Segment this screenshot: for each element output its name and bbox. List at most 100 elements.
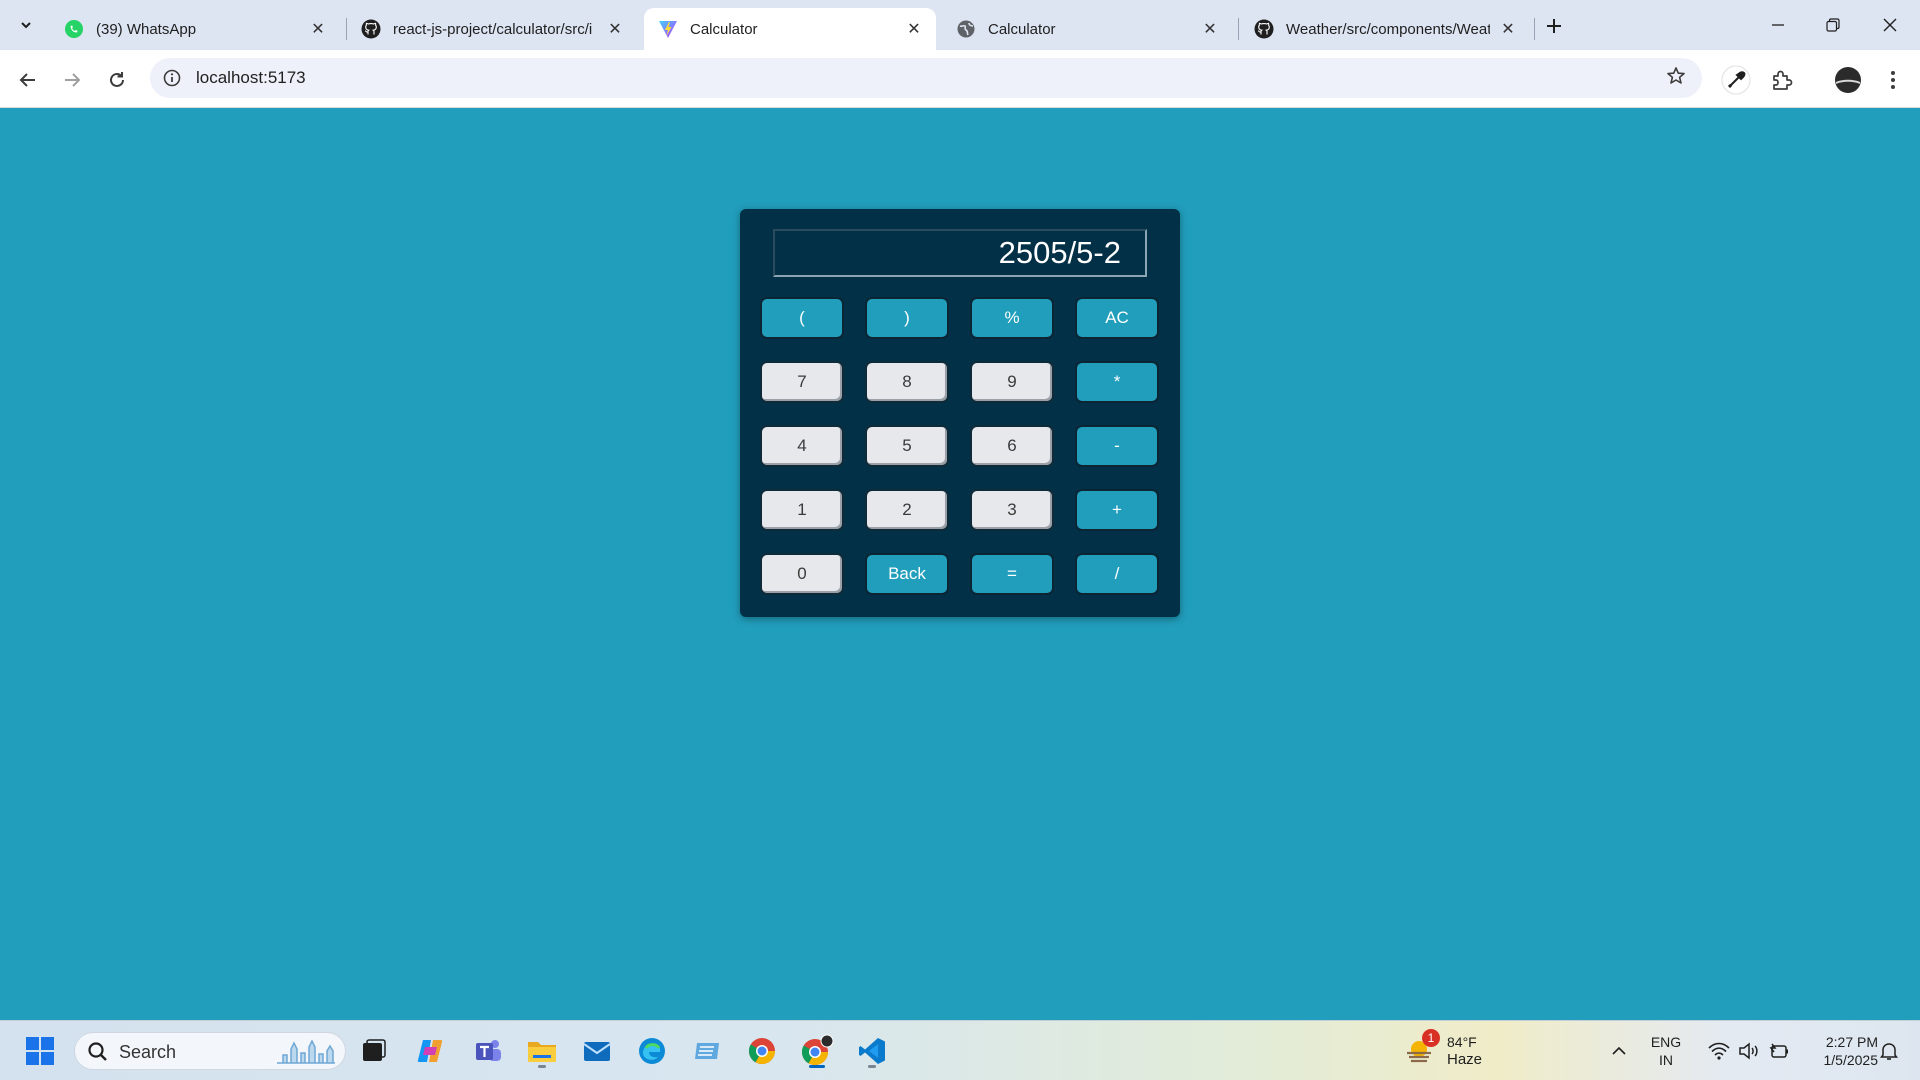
volume-icon bbox=[1739, 1042, 1758, 1060]
clock[interactable]: 2:27 PM 1/5/2025 bbox=[1800, 1033, 1879, 1069]
new-tab-button[interactable] bbox=[1540, 12, 1568, 40]
tab-search-button[interactable] bbox=[11, 10, 41, 40]
close-icon[interactable]: ✕ bbox=[904, 19, 924, 39]
tab-title: react-js-project/calculator/src/i bbox=[393, 20, 593, 38]
tab-title: Calculator bbox=[690, 20, 758, 38]
close-icon[interactable]: ✕ bbox=[308, 19, 328, 39]
copilot-app[interactable] bbox=[410, 1031, 450, 1071]
wifi-icon bbox=[1708, 1042, 1730, 1060]
close-icon[interactable]: ✕ bbox=[605, 19, 625, 39]
chrome-app[interactable] bbox=[742, 1031, 782, 1071]
tab-title: Calculator bbox=[988, 20, 1056, 38]
key-add[interactable]: + bbox=[1075, 489, 1159, 531]
key-backspace[interactable]: Back bbox=[865, 553, 949, 595]
tab-divider bbox=[1534, 18, 1535, 40]
running-indicator bbox=[868, 1065, 876, 1068]
minimize-button[interactable] bbox=[1758, 10, 1798, 40]
chrome-profile-icon bbox=[801, 1034, 834, 1066]
calculator: 2505/5-2 ( ) % AC 7 8 9 * 4 5 6 - 1 2 3 … bbox=[740, 209, 1180, 617]
weather-condition[interactable]: Haze bbox=[1447, 1051, 1482, 1069]
bell-icon bbox=[1880, 1043, 1898, 1060]
teams-app[interactable] bbox=[468, 1031, 508, 1071]
teams-icon bbox=[476, 1040, 501, 1061]
key-equals[interactable]: = bbox=[970, 553, 1054, 595]
key-open-paren[interactable]: ( bbox=[760, 297, 844, 339]
key-2[interactable]: 2 bbox=[865, 489, 949, 531]
back-button[interactable] bbox=[12, 64, 44, 96]
key-6[interactable]: 6 bbox=[970, 425, 1054, 467]
edge-app[interactable] bbox=[632, 1031, 672, 1071]
menu-dots-icon[interactable] bbox=[1877, 64, 1909, 96]
vscode-app[interactable] bbox=[852, 1031, 892, 1071]
back-arrow-icon bbox=[19, 73, 35, 87]
key-divide[interactable]: / bbox=[1075, 553, 1159, 595]
chrome-profile-app[interactable] bbox=[797, 1031, 837, 1071]
key-9[interactable]: 9 bbox=[970, 361, 1054, 403]
forward-button[interactable] bbox=[56, 64, 88, 96]
extensions-puzzle-icon[interactable] bbox=[1766, 64, 1798, 96]
tab-github-calculator[interactable]: react-js-project/calculator/src/i ✕ bbox=[347, 8, 637, 50]
reload-button[interactable] bbox=[101, 64, 133, 96]
github-icon bbox=[1254, 19, 1274, 39]
weather-notification-badge: 1 bbox=[1422, 1029, 1440, 1047]
tab-calculator[interactable]: Calculator ✕ bbox=[942, 8, 1232, 50]
windows-logo-icon bbox=[26, 1037, 54, 1065]
running-indicator bbox=[538, 1065, 546, 1068]
tab-calculator-active[interactable]: Calculator ✕ bbox=[644, 8, 936, 50]
close-icon[interactable]: ✕ bbox=[1200, 19, 1220, 39]
key-8[interactable]: 8 bbox=[865, 361, 949, 403]
notifications-button[interactable] bbox=[1874, 1031, 1904, 1071]
close-window-button[interactable] bbox=[1870, 10, 1910, 40]
show-hidden-icons-button[interactable] bbox=[1598, 1031, 1640, 1071]
mail-app[interactable] bbox=[577, 1031, 617, 1071]
vscode-icon bbox=[859, 1038, 885, 1064]
active-app-indicator bbox=[809, 1065, 825, 1068]
key-0[interactable]: 0 bbox=[760, 553, 844, 595]
bookmark-star-icon[interactable] bbox=[1666, 66, 1686, 92]
tab-strip: (39) WhatsApp ✕ react-js-project/calcula… bbox=[0, 0, 1920, 50]
key-all-clear[interactable]: AC bbox=[1075, 297, 1159, 339]
tab-title: (39) WhatsApp bbox=[96, 20, 197, 38]
eyedropper-extension-icon[interactable] bbox=[1720, 64, 1752, 96]
key-subtract[interactable]: - bbox=[1075, 425, 1159, 467]
restore-button[interactable] bbox=[1813, 10, 1853, 40]
key-7[interactable]: 7 bbox=[760, 361, 844, 403]
start-button[interactable] bbox=[20, 1031, 60, 1071]
profile-avatar[interactable] bbox=[1832, 64, 1864, 96]
language-indicator[interactable]: ENG IN bbox=[1648, 1033, 1684, 1069]
reload-icon bbox=[110, 72, 124, 87]
key-percent[interactable]: % bbox=[970, 297, 1054, 339]
key-multiply[interactable]: * bbox=[1075, 361, 1159, 403]
folder-icon bbox=[528, 1042, 556, 1062]
address-bar[interactable]: localhost:5173 bbox=[150, 58, 1702, 98]
key-close-paren[interactable]: ) bbox=[865, 297, 949, 339]
browser-toolbar: localhost:5173 bbox=[0, 50, 1920, 108]
edge-icon bbox=[639, 1038, 665, 1064]
quick-settings-button[interactable] bbox=[1694, 1031, 1804, 1071]
key-3[interactable]: 3 bbox=[970, 489, 1054, 531]
task-view-button[interactable] bbox=[354, 1031, 394, 1071]
chevron-up-icon bbox=[1612, 1046, 1626, 1055]
language-region: IN bbox=[1659, 1052, 1673, 1068]
key-1[interactable]: 1 bbox=[760, 489, 844, 531]
globe-icon bbox=[956, 19, 976, 39]
address-url[interactable]: localhost:5173 bbox=[196, 68, 306, 88]
key-5[interactable]: 5 bbox=[865, 425, 949, 467]
tab-divider bbox=[1238, 18, 1239, 40]
clock-time: 2:27 PM bbox=[1825, 1034, 1878, 1050]
site-info-icon[interactable] bbox=[162, 68, 182, 88]
github-icon bbox=[361, 19, 381, 39]
tab-whatsapp[interactable]: (39) WhatsApp ✕ bbox=[50, 8, 340, 50]
taskbar-search[interactable]: Search bbox=[74, 1032, 346, 1070]
task-view-icon bbox=[363, 1039, 386, 1061]
key-4[interactable]: 4 bbox=[760, 425, 844, 467]
weather-temperature[interactable]: 84°F bbox=[1447, 1033, 1477, 1051]
remote-desktop-app[interactable] bbox=[687, 1031, 727, 1071]
tab-github-weather[interactable]: Weather/src/components/Weat ✕ bbox=[1240, 8, 1530, 50]
battery-charging-icon bbox=[1769, 1043, 1788, 1058]
plus-icon bbox=[1547, 19, 1561, 33]
monitor-icon bbox=[695, 1043, 719, 1059]
close-icon[interactable]: ✕ bbox=[1498, 19, 1518, 39]
forward-arrow-icon bbox=[65, 73, 81, 87]
file-explorer-app[interactable] bbox=[522, 1031, 562, 1071]
